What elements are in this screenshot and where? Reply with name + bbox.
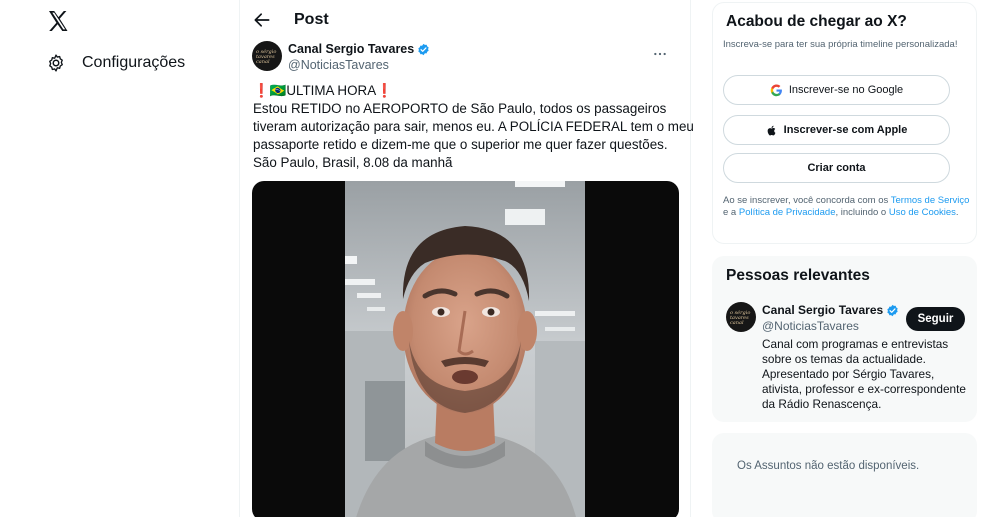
author-name-row[interactable]: Canal Sergio Tavares <box>288 42 430 56</box>
post-author-row: o sérgio tavares canal Canal Sergio Tava… <box>252 40 680 74</box>
trends-unavailable-message: Os Assuntos não estão disponíveis. <box>737 460 920 472</box>
post-text-line: passaporte retido e dizem-me que o super… <box>253 137 668 152</box>
google-signup-label: Inscrever-se no Google <box>788 84 904 96</box>
x-logo-icon[interactable] <box>46 9 70 33</box>
terms-prefix: Ao se inscrever, você concorda com os <box>723 195 891 206</box>
post-text-line: tiveram autorização para sair, menos eu.… <box>253 119 694 134</box>
verified-badge-icon <box>418 43 429 55</box>
person-bio: Canal com programas e entrevistas sobre … <box>762 337 966 411</box>
avatar-logo-text: o sérgio tavares canal <box>256 49 277 65</box>
signup-title: Acabou de chegar ao X? <box>726 13 907 30</box>
create-account-button[interactable]: Criar conta <box>723 153 950 183</box>
back-arrow-icon[interactable] <box>252 10 272 30</box>
relevant-people-title: Pessoas relevantes <box>726 267 870 284</box>
post-video[interactable] <box>252 181 679 517</box>
signup-card: Acabou de chegar ao X? Inscreva-se para … <box>712 2 977 244</box>
signup-subtitle: Inscreva-se para ter sua própria timelin… <box>723 39 958 50</box>
person-name-row[interactable]: Canal Sergio Tavares <box>762 303 899 317</box>
post-text-line: ❗🇧🇷ULTIMA HORA❗ <box>253 83 393 98</box>
post-text: ❗🇧🇷ULTIMA HORA❗ Estou RETIDO no AEROPORT… <box>253 82 694 172</box>
google-signup-button[interactable]: Inscrever-se no Google <box>723 75 950 105</box>
google-icon <box>770 83 782 96</box>
verified-badge-icon <box>887 304 898 316</box>
avatar[interactable]: o sérgio tavares canal <box>726 302 756 332</box>
signup-terms: Ao se inscrever, você concorda com os Te… <box>723 195 973 219</box>
author-handle[interactable]: @NoticiasTavares <box>288 58 389 72</box>
cookie-use-link[interactable]: Uso de Cookies <box>889 207 956 218</box>
page-title: Post <box>294 11 329 28</box>
author-name[interactable]: Canal Sergio Tavares <box>288 42 414 56</box>
left-navigation: Configurações <box>0 0 239 517</box>
avatar[interactable]: o sérgio tavares canal <box>252 41 282 71</box>
apple-signup-label: Inscrever-se com Apple <box>783 124 908 136</box>
main-column: Post o sérgio tavares canal Canal Sergio… <box>239 0 694 517</box>
gear-icon <box>49 54 63 72</box>
person-name[interactable]: Canal Sergio Tavares <box>762 303 883 317</box>
video-still-image <box>345 181 585 517</box>
create-account-label: Criar conta <box>807 162 866 174</box>
terms-mid: , incluindo o <box>835 207 889 219</box>
post-header: Post <box>240 0 690 40</box>
avatar-logo-text: o sérgio tavares canal <box>730 310 751 326</box>
right-sidebar: Acabou de chegar ao X? Inscreva-se para … <box>712 0 978 517</box>
more-options-icon[interactable] <box>652 46 668 62</box>
privacy-policy-link[interactable]: Política de Privacidade <box>739 207 836 218</box>
terms-mid: e a <box>723 207 739 219</box>
person-handle[interactable]: @NoticiasTavares <box>762 319 859 333</box>
video-frame[interactable] <box>345 181 585 517</box>
post-text-line: Estou RETIDO no AEROPORTO de São Paulo, … <box>253 101 667 116</box>
follow-button[interactable]: Seguir <box>906 307 965 331</box>
settings-label: Configurações <box>82 54 186 71</box>
apple-icon <box>767 125 776 135</box>
nav-item-settings[interactable]: Configurações <box>46 50 185 76</box>
trends-card: Os Assuntos não estão disponíveis. <box>712 433 977 517</box>
terms-end: . <box>955 207 959 219</box>
relevant-people-card: Pessoas relevantes o sérgio tavares cana… <box>712 256 977 422</box>
terms-of-service-link[interactable]: Termos de Serviço <box>891 195 970 206</box>
apple-signup-button[interactable]: Inscrever-se com Apple <box>723 115 950 145</box>
post-text-line: São Paulo, Brasil, 8.08 da manhã <box>253 155 453 170</box>
